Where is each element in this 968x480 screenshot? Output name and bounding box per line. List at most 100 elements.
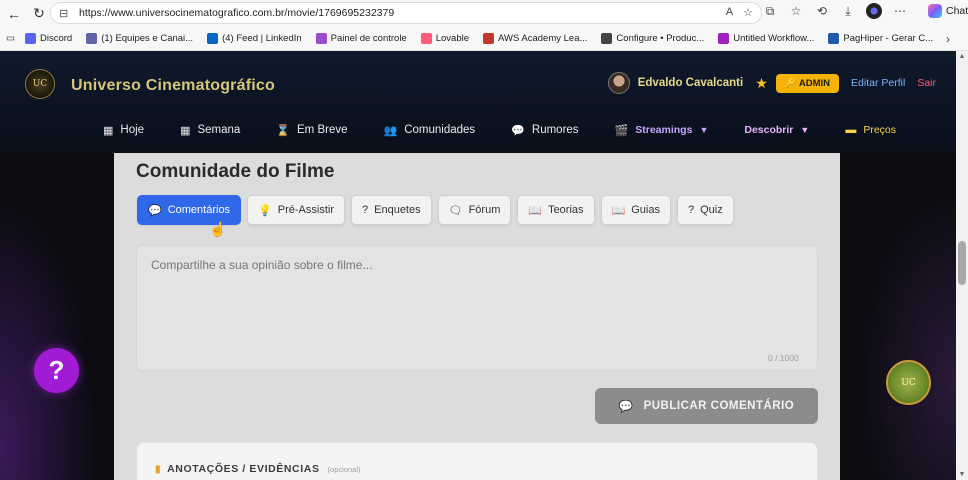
chat-bubble-icon: 💬 <box>511 124 525 137</box>
calendar-icon: ▦ <box>103 124 114 137</box>
bookmark-item[interactable]: (4) Feed | LinkedIn <box>207 33 302 44</box>
browser-actions: ⧉ ☆ ⟲ ⤓ ⋯ Chat <box>762 3 968 19</box>
tab-teorias[interactable]: 📖 Teorias <box>517 195 595 225</box>
bookmark-item[interactable]: Untitled Workflow... <box>718 33 814 44</box>
back-icon[interactable]: ← <box>3 3 25 25</box>
tab-label: Comentários <box>167 204 231 216</box>
copilot-button[interactable]: Chat <box>928 4 968 18</box>
nav-item-em-breve[interactable]: ⌛ Em Breve <box>276 124 347 137</box>
bookmark-item[interactable]: Lovable <box>420 33 469 44</box>
nav-item-semana[interactable]: ▦ Semana <box>180 124 240 137</box>
bookmark-label: Lovable <box>435 33 469 44</box>
bookmarks-menu-icon[interactable]: ▭ <box>6 33 15 44</box>
bookmark-item[interactable]: PagHiper - Gerar C... <box>828 33 933 44</box>
download-icon[interactable]: ⤓ <box>840 4 856 19</box>
tab-pre-assistir[interactable]: 💡 Pré-Assistir <box>247 195 345 225</box>
profile-icon[interactable] <box>866 3 882 19</box>
notes-optional: (opcional) <box>327 464 361 474</box>
address-bar[interactable]: ⊟ https://www.universocinematografico.co… <box>50 2 762 24</box>
nav-label: Descobrir <box>744 124 794 136</box>
tab-guias[interactable]: 📖 Guias <box>600 195 671 225</box>
history-icon[interactable]: ⟲ <box>814 4 830 18</box>
read-aloud-icon[interactable]: A <box>726 6 733 19</box>
bookmark-label: (1) Equipes e Canai... <box>101 33 194 44</box>
tab-icon: 📖 <box>611 204 626 217</box>
scroll-thumb[interactable] <box>958 241 966 285</box>
favorite-star-icon[interactable]: ☆ <box>743 6 753 19</box>
tab-enquetes[interactable]: ? Enquetes <box>351 195 432 225</box>
nav-label: Comunidades <box>404 124 476 136</box>
reload-icon[interactable]: ↻ <box>28 3 50 25</box>
edit-profile-link[interactable]: Editar Perfil <box>851 77 905 89</box>
tab-icon: ? <box>687 204 695 216</box>
tab-icon: 💬 <box>148 204 162 217</box>
site-logo[interactable]: UC <box>25 69 55 99</box>
bookmark-favicon-icon <box>601 33 613 44</box>
favorites-icon[interactable]: ☆ <box>788 4 804 18</box>
nav-item-comunidades[interactable]: 👥 Comunidades <box>384 124 476 137</box>
page-scrollbar[interactable]: ▲ ▼ <box>956 51 968 480</box>
bookmarks-bar: ▭ Discord (1) Equipes e Canai... (4) Feed … <box>0 27 968 51</box>
tab-quiz[interactable]: ? Quiz <box>676 195 734 225</box>
bookmark-item[interactable]: Painel de controle <box>315 33 407 44</box>
bookmark-label: AWS Academy Lea... <box>498 33 588 44</box>
nav-label: Rumores <box>531 124 579 136</box>
brand-title[interactable]: Universo Cinematográfico <box>71 77 275 95</box>
nav-item-streamings[interactable]: 🎬 Streamings ▼ <box>615 124 709 137</box>
username[interactable]: Edvaldo Cavalcanti <box>638 77 743 89</box>
bookmark-label: Discord <box>39 33 73 44</box>
nav-label: Hoje <box>120 124 145 136</box>
calendar-week-icon: ▦ <box>180 124 191 137</box>
tab-icon: 📖 <box>528 204 543 217</box>
tab-icon: ? <box>362 204 369 216</box>
bookmark-favicon-icon <box>315 33 327 44</box>
nav-label: Semana <box>197 124 241 136</box>
scroll-down-icon[interactable]: ▼ <box>956 471 968 478</box>
mouse-cursor-icon: ☝ <box>209 221 227 237</box>
website: UC Universo Cinematográfico Edvaldo Cava… <box>0 51 956 480</box>
bookmark-favicon-icon <box>828 33 840 44</box>
tab-forum[interactable]: 🗨 Fórum <box>437 195 512 225</box>
help-button[interactable]: ? <box>34 348 79 393</box>
tab-icon: 💡 <box>258 204 272 217</box>
extensions-icon[interactable]: ⧉ <box>762 4 778 19</box>
main-nav: ▦ Hoje ▦ Semana ⌛ Em Breve 👥 Comunidades 💬 Rumore… <box>0 119 956 141</box>
scroll-up-icon[interactable]: ▲ <box>956 53 968 60</box>
tab-label: Guias <box>631 204 660 216</box>
admin-badge[interactable]: 🔑 ADMIN <box>775 73 840 93</box>
bookmark-item[interactable]: AWS Academy Lea... <box>483 33 587 44</box>
bookmark-favicon-icon <box>718 33 730 44</box>
ticket-icon: ▬ <box>845 124 857 136</box>
avatar[interactable] <box>607 72 630 94</box>
nav-item-descobrir[interactable]: Descobrir ▼ <box>744 124 809 136</box>
bookmark-item[interactable]: Configure • Produc... <box>601 33 704 44</box>
logout-link[interactable]: Sair <box>917 77 936 89</box>
comment-icon: 💬 <box>618 401 634 413</box>
nav-item-hoje[interactable]: ▦ Hoje <box>103 124 144 137</box>
tab-icon: 🗨 <box>448 204 463 217</box>
nav-item-precos[interactable]: ▬ Preços <box>845 124 896 136</box>
notes-title: ▮ ANOTAÇÕES / EVIDÊNCIAS (opcional) <box>155 463 361 475</box>
floating-logo-button[interactable]: UC <box>886 360 931 405</box>
bookmark-item[interactable]: (1) Equipes e Canai... <box>86 33 193 44</box>
bookmark-label: (4) Feed | LinkedIn <box>222 33 302 44</box>
site-info-icon[interactable]: ⊟ <box>59 7 75 20</box>
site-header: UC Universo Cinematográfico Edvaldo Cava… <box>0 51 956 153</box>
publish-label: PUBLICAR COMENTÁRIO <box>643 400 795 412</box>
comment-input[interactable] <box>136 245 818 371</box>
bookmark-favicon-icon <box>24 33 36 44</box>
nav-label: Em Breve <box>297 124 348 136</box>
notes-title-text: ANOTAÇÕES / EVIDÊNCIAS <box>167 463 320 475</box>
nav-item-rumores[interactable]: 💬 Rumores <box>511 124 578 137</box>
user-area: Edvaldo Cavalcanti ★ 🔑 ADMIN Editar Perf… <box>607 72 936 94</box>
more-icon[interactable]: ⋯ <box>892 4 908 18</box>
background-right <box>840 153 956 480</box>
bookmark-item[interactable]: Discord <box>24 33 73 44</box>
star-icon: ★ <box>755 74 768 91</box>
tab-label: Enquetes <box>374 204 421 216</box>
notes-card: ▮ ANOTAÇÕES / EVIDÊNCIAS (opcional) <box>136 442 818 480</box>
publish-comment-button[interactable]: 💬 PUBLICAR COMENTÁRIO <box>595 388 818 424</box>
copilot-icon <box>928 4 942 18</box>
chevron-right-icon[interactable]: › <box>946 32 950 46</box>
community-panel: Comunidade do Filme 💬 Comentários 💡 Pré-Ass… <box>114 153 840 480</box>
